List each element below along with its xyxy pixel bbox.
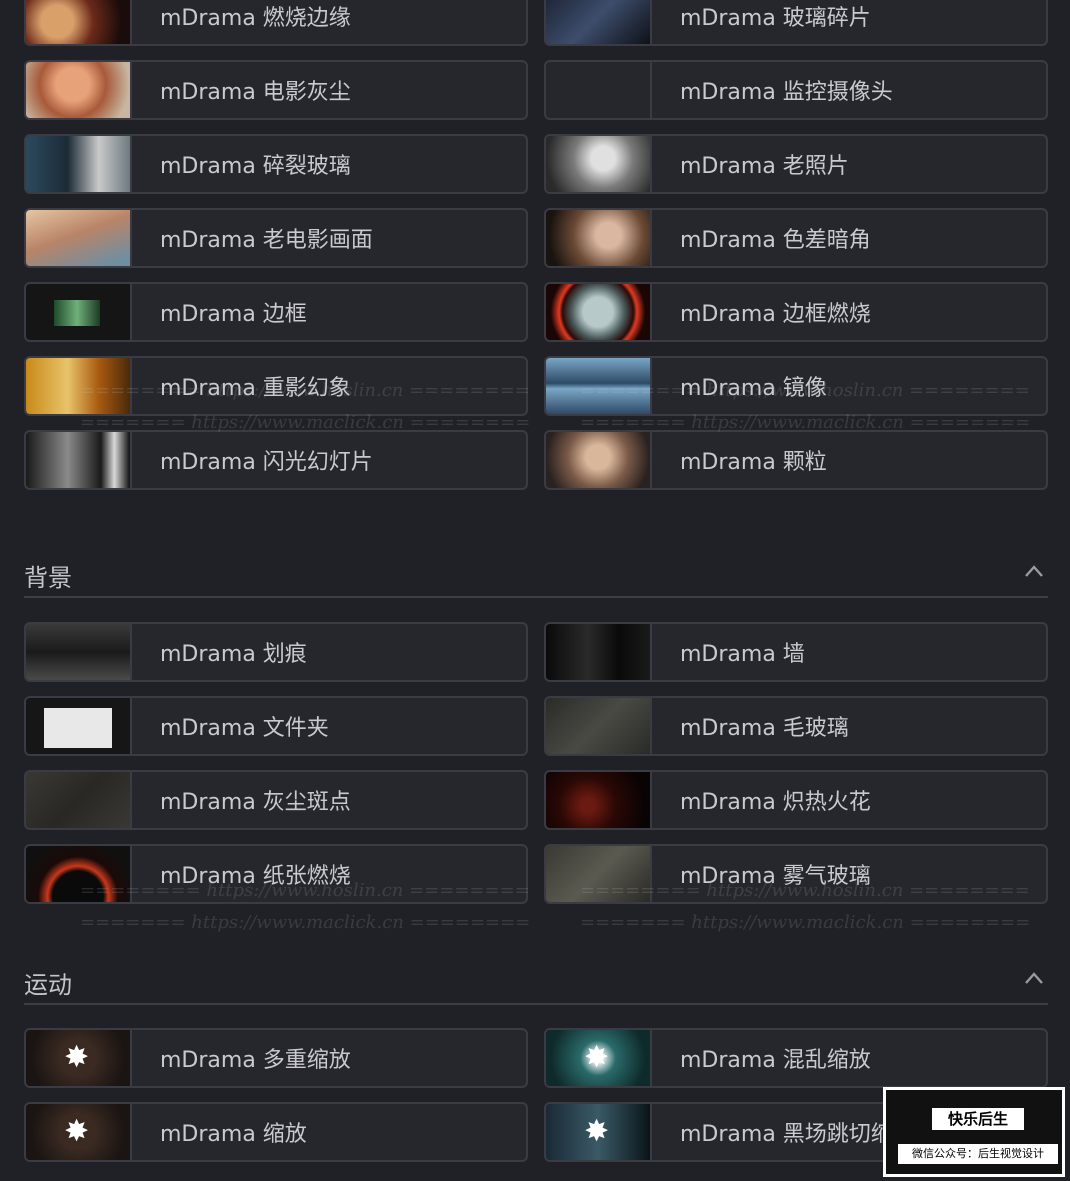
effect-label: mDrama 重影幻象	[160, 376, 351, 401]
effect-thumbnail	[26, 210, 132, 266]
section-title: 背景	[24, 564, 72, 592]
effect-thumbnail	[546, 284, 652, 340]
section-header-background[interactable]: 背景	[24, 554, 1048, 598]
effect-label: mDrama 文件夹	[160, 716, 329, 741]
effects-grid-background: mDrama 划痕 mDrama 墙 mDrama 文件夹 mDrama 毛玻璃 mDr…	[24, 622, 1048, 904]
effect-thumbnail	[26, 772, 132, 828]
effect-card[interactable]: mDrama 墙	[544, 622, 1048, 682]
effect-thumbnail	[546, 698, 652, 754]
effect-card[interactable]: mDrama 镜像	[544, 356, 1048, 416]
effect-label: mDrama 灰尘斑点	[160, 790, 351, 815]
effect-thumbnail	[546, 772, 652, 828]
chevron-up-icon[interactable]	[1024, 971, 1044, 985]
effect-thumbnail	[26, 432, 132, 488]
section-header-motion[interactable]: 运动	[24, 961, 1048, 1005]
effect-label: mDrama 墙	[680, 642, 805, 667]
effect-card[interactable]: mDrama 电影灰尘	[24, 60, 528, 120]
effect-label: mDrama 颗粒	[680, 450, 827, 475]
effect-thumbnail	[546, 136, 652, 192]
effect-thumbnail	[26, 358, 132, 414]
effect-thumbnail	[546, 846, 652, 902]
effect-label: mDrama 纸张燃烧	[160, 864, 351, 889]
effect-card[interactable]: mDrama 闪光幻灯片	[24, 430, 528, 490]
effect-label: mDrama 玻璃碎片	[680, 6, 871, 31]
effect-label: mDrama 闪光幻灯片	[160, 450, 373, 475]
effect-label: mDrama 边框	[160, 302, 307, 327]
effect-card[interactable]: mDrama 划痕	[24, 622, 528, 682]
effect-thumbnail	[546, 1030, 652, 1086]
effect-thumbnail	[546, 432, 652, 488]
effect-card[interactable]: mDrama 监控摄像头	[544, 60, 1048, 120]
effect-thumbnail	[26, 284, 132, 340]
effect-label: mDrama 炽热火花	[680, 790, 871, 815]
effect-label: mDrama 雾气玻璃	[680, 864, 871, 889]
effect-thumbnail	[26, 698, 132, 754]
effect-thumbnail	[546, 210, 652, 266]
effect-thumbnail	[546, 1104, 652, 1160]
effect-label: mDrama 燃烧边缘	[160, 6, 351, 31]
effect-card[interactable]: mDrama 颗粒	[544, 430, 1048, 490]
promo-brand: 快乐后生	[932, 1108, 1024, 1130]
effect-label: mDrama 缩放	[160, 1122, 307, 1147]
effect-card[interactable]: mDrama 多重缩放	[24, 1028, 528, 1088]
chevron-up-icon[interactable]	[1024, 564, 1044, 578]
watermark-text: ======= https://www.maclick.cn ========	[580, 912, 1031, 933]
effect-label: mDrama 碎裂玻璃	[160, 154, 351, 179]
effect-thumbnail	[26, 624, 132, 680]
effect-card[interactable]: mDrama 毛玻璃	[544, 696, 1048, 756]
effect-label: mDrama 老照片	[680, 154, 849, 179]
effect-card[interactable]: mDrama 老电影画面	[24, 208, 528, 268]
effect-card[interactable]: mDrama 炽热火花	[544, 770, 1048, 830]
effect-card[interactable]: mDrama 文件夹	[24, 696, 528, 756]
effect-card[interactable]: mDrama 缩放	[24, 1102, 528, 1162]
effect-card[interactable]: mDrama 混乱缩放	[544, 1028, 1048, 1088]
effect-card[interactable]: mDrama 边框燃烧	[544, 282, 1048, 342]
effect-label: mDrama 监控摄像头	[680, 80, 893, 105]
effect-thumbnail	[26, 846, 132, 902]
effect-thumbnail	[26, 0, 132, 44]
effect-thumbnail	[546, 0, 652, 44]
effect-label: mDrama 老电影画面	[160, 228, 373, 253]
effect-card[interactable]: mDrama 碎裂玻璃	[24, 134, 528, 194]
effect-label: mDrama 色差暗角	[680, 228, 871, 253]
effect-label: mDrama 电影灰尘	[160, 80, 351, 105]
effect-card[interactable]: mDrama 灰尘斑点	[24, 770, 528, 830]
effect-thumbnail	[546, 624, 652, 680]
effect-thumbnail	[546, 62, 652, 118]
promo-badge: 快乐后生 微信公众号：后生视觉设计	[883, 1087, 1065, 1177]
effect-label: mDrama 划痕	[160, 642, 307, 667]
effect-thumbnail	[26, 1030, 132, 1086]
effect-card[interactable]: mDrama 色差暗角	[544, 208, 1048, 268]
effect-label: mDrama 混乱缩放	[680, 1048, 871, 1073]
watermark-text: ======= https://www.maclick.cn ========	[80, 912, 531, 933]
effect-card[interactable]: mDrama 老照片	[544, 134, 1048, 194]
effect-thumbnail	[26, 136, 132, 192]
effect-label: mDrama 多重缩放	[160, 1048, 351, 1073]
effect-card[interactable]: mDrama 燃烧边缘	[24, 0, 528, 46]
effects-grid-drama: mDrama 燃烧边缘 mDrama 玻璃碎片 mDrama 电影灰尘 mDrama …	[24, 0, 1048, 490]
promo-account: 微信公众号：后生视觉设计	[898, 1144, 1058, 1164]
effect-label: mDrama 边框燃烧	[680, 302, 871, 327]
effect-card[interactable]: mDrama 雾气玻璃	[544, 844, 1048, 904]
effect-thumbnail	[26, 62, 132, 118]
effect-card[interactable]: mDrama 纸张燃烧	[24, 844, 528, 904]
section-title: 运动	[24, 971, 72, 999]
effect-label: mDrama 镜像	[680, 376, 827, 401]
effect-thumbnail	[26, 1104, 132, 1160]
effect-thumbnail	[546, 358, 652, 414]
effect-label: mDrama 黑场跳切缩放	[680, 1122, 915, 1147]
effect-card[interactable]: mDrama 重影幻象	[24, 356, 528, 416]
effect-label: mDrama 毛玻璃	[680, 716, 849, 741]
effect-card[interactable]: mDrama 玻璃碎片	[544, 0, 1048, 46]
effect-card[interactable]: mDrama 边框	[24, 282, 528, 342]
